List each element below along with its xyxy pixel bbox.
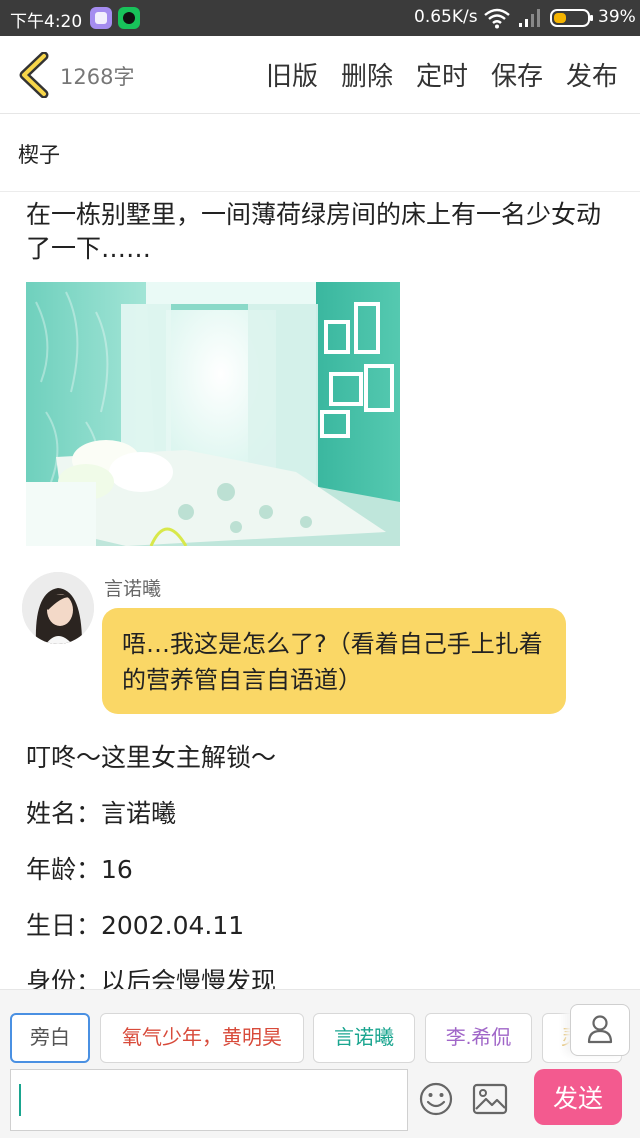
character-chip-narrator[interactable]: 旁白 [10,1013,90,1063]
battery-icon [550,9,593,27]
composer-bar: 发送 [0,1069,640,1138]
story-paragraph: 生日：2002.04.11 [26,911,245,940]
avatar[interactable] [22,572,94,644]
image-icon[interactable] [472,1083,508,1115]
story-paragraph: 姓名：言诺曦 [26,799,177,828]
dialogue-speaker: 言诺曦 [104,578,162,600]
editor-toolbar: 1268字 旧版 删除 定时 保存 发布 [0,36,640,114]
wifi-icon [484,8,510,29]
manage-characters-button[interactable] [570,1004,630,1056]
status-bar: 下午4:20 0.65K/s 39% [0,0,640,36]
smiley-icon[interactable] [418,1081,454,1117]
story-paragraph: 叮咚～这里女主解锁～ [26,743,277,772]
chapter-title-row[interactable]: 楔子 [0,114,640,192]
save-button[interactable]: 保存 [491,56,543,93]
battery-percent: 39% [598,7,636,27]
delete-button[interactable]: 删除 [341,56,393,93]
character-selector: 旁白 氧气少年，黄明昊 言诺曦 李.希侃 灵 [0,989,640,1069]
dialogue-input[interactable] [10,1069,408,1131]
old-version-button[interactable]: 旧版 [266,56,318,93]
word-count: 1268字 [60,65,135,89]
character-chip[interactable]: 氧气少年，黄明昊 [100,1013,304,1063]
publish-button[interactable]: 发布 [566,56,618,93]
send-button[interactable]: 发送 [534,1069,622,1125]
story-content[interactable]: 在一栋别墅里，一间薄荷绿房间的床上有一名少女动了一下…… 言诺曦 唔…我这是怎么… [0,192,640,989]
bedroom-image[interactable] [26,282,400,546]
schedule-button[interactable]: 定时 [416,56,468,93]
signal-icon [519,9,540,27]
character-chip[interactable]: 言诺曦 [313,1013,415,1063]
network-speed: 0.65K/s [414,7,478,27]
character-chip[interactable]: 李.希侃 [425,1013,532,1063]
battery-fill [554,13,566,23]
chapter-title[interactable]: 楔子 [18,139,60,169]
text-caret [19,1084,21,1116]
story-paragraph: 年龄：16 [26,855,133,884]
app-notification-icon-2 [118,7,140,29]
app-notification-icon [90,7,112,29]
chevron-left-icon[interactable] [14,52,54,98]
status-time: 下午4:20 [10,12,83,32]
dialogue-bubble[interactable]: 唔…我这是怎么了?（看着自己手上扎着的营养管自言自语道） [102,608,566,714]
person-icon [587,1014,613,1043]
story-paragraph: 身份：以后会慢慢发现 [26,967,277,989]
intro-paragraph: 在一栋别墅里，一间薄荷绿房间的床上有一名少女动了一下…… [26,200,602,263]
